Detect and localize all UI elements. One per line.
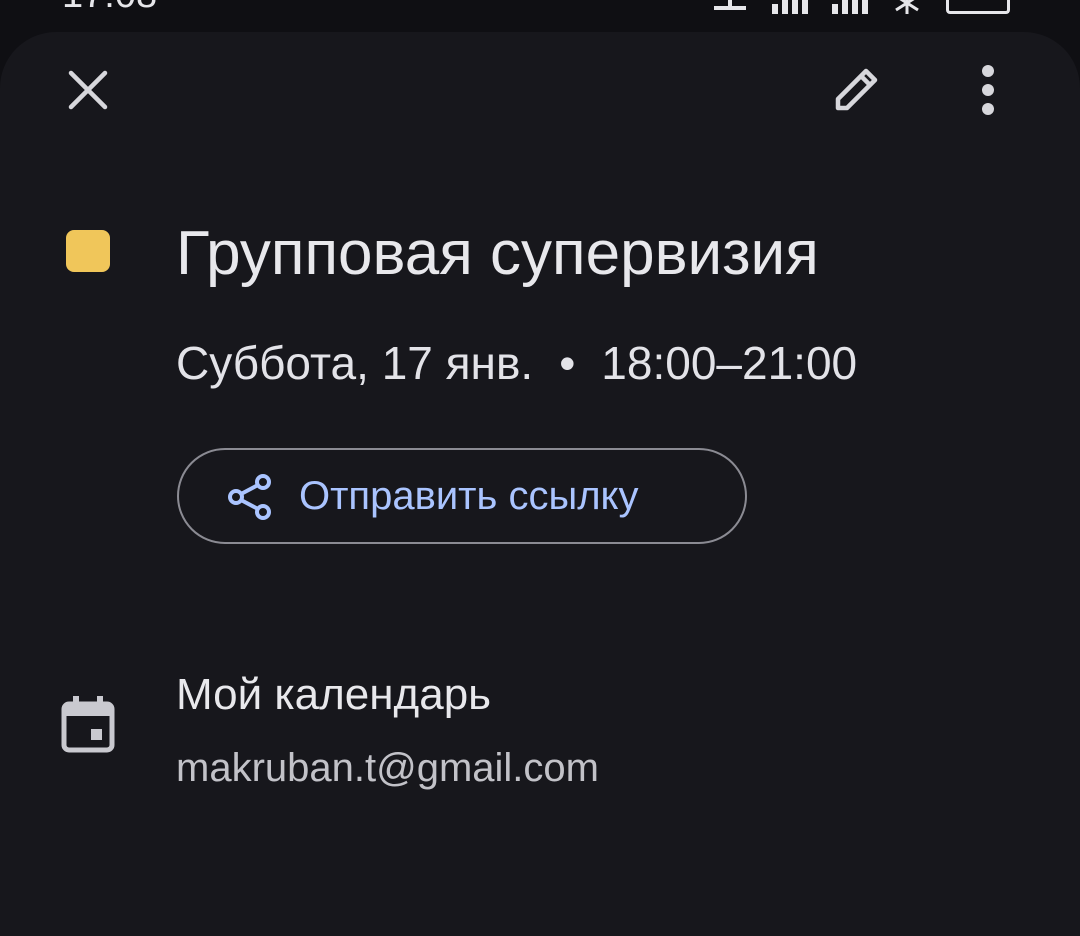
event-color-chip [66,230,110,272]
battery-icon [946,0,1010,14]
bluetooth-icon [895,0,919,14]
signal-icon [772,0,808,14]
separator-dot: • [559,337,576,389]
calendar-email: makruban.t@gmail.com [176,746,599,790]
status-icons [712,0,1010,14]
share-icon [228,474,271,520]
edit-button[interactable] [822,56,890,124]
status-bar: 17:08 [0,0,1080,32]
notification-muted-icon [714,0,746,10]
pencil-icon [835,68,878,111]
event-date: Суббота, 17 янв. [176,337,534,389]
share-link-button[interactable]: Отправить ссылку [177,448,747,544]
event-time-range: 18:00–21:00 [601,337,858,389]
more-vert-icon [982,65,994,115]
calendar-name: Мой календарь [176,670,492,719]
close-button[interactable] [58,60,118,120]
share-link-label: Отправить ссылку [299,474,639,518]
close-icon [68,70,108,110]
signal-icon [832,0,868,14]
event-datetime: Суббота, 17 янв. • 18:00–21:00 [176,336,857,390]
more-options-button[interactable] [958,56,1018,124]
status-time: 17:08 [62,0,157,17]
event-title: Групповая супервизия [176,219,819,288]
calendar-icon [61,696,115,753]
